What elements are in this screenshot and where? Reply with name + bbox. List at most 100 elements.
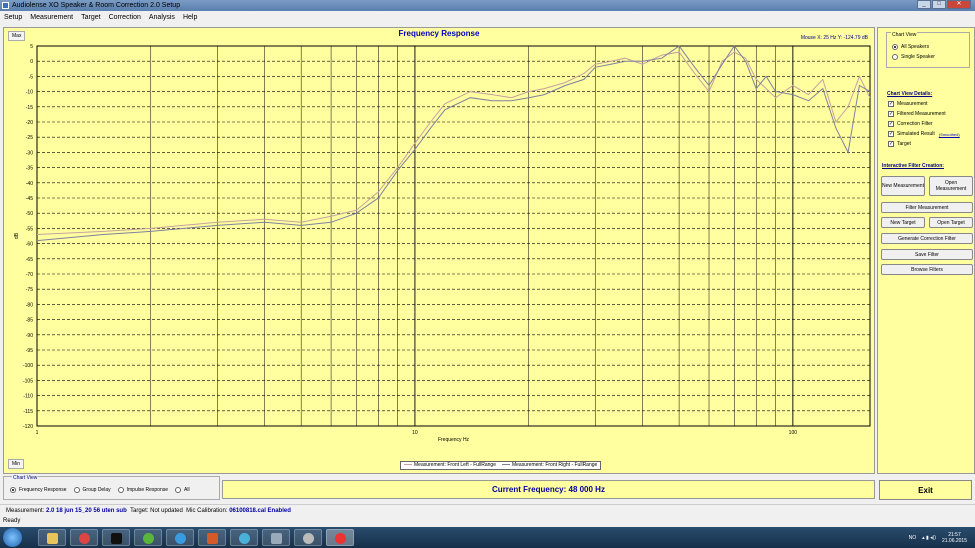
menu-measurement[interactable]: Measurement xyxy=(30,14,73,21)
open-measurement-button[interactable]: Open Measurement xyxy=(929,176,973,196)
save-filter-button[interactable]: Save Filter xyxy=(881,249,973,260)
filter-measurement-button[interactable]: Filter Measurement xyxy=(881,202,973,213)
bottom-chart-view-title: Chart View xyxy=(12,475,39,481)
window-controls: _ □ ✕ xyxy=(917,0,971,10)
check-target[interactable]: ✓ Target xyxy=(888,141,911,147)
check-filtered-measurement[interactable]: ✓ Filtered Measurement xyxy=(888,111,946,117)
y-tick-label: -85 xyxy=(26,318,33,324)
y-tick-label: -90 xyxy=(26,333,33,339)
plot-frame xyxy=(36,45,871,427)
y-tick-label: -50 xyxy=(26,211,33,217)
y-tick-label: 5 xyxy=(30,44,33,50)
radio-group-delay[interactable]: Group Delay xyxy=(73,487,111,493)
taskbar-ie-icon[interactable] xyxy=(166,529,194,546)
right-panel: Chart View All Speakers Single Speaker C… xyxy=(877,27,975,474)
chart-panel: 5 0 -5 -10 -15 -20 -25 -30 -35 -40 -45 -50 -55 -60 -65… xyxy=(3,27,875,474)
y-tick-label: -60 xyxy=(26,242,33,248)
system-tray: NO ▴ ▮ ◂)) 21:57 21.06.2015 xyxy=(909,527,975,548)
new-target-button[interactable]: New Target xyxy=(881,217,925,228)
y-tick-label: -70 xyxy=(26,272,33,278)
smoothed-link[interactable]: (Smoothed) xyxy=(939,132,960,137)
menu-bar: Setup Measurement Target Correction Anal… xyxy=(0,11,975,23)
y-tick-label: 0 xyxy=(30,59,33,65)
chart-title: Frequency Response xyxy=(398,29,480,38)
taskbar-explorer-icon[interactable] xyxy=(38,529,66,546)
y-tick-label: -40 xyxy=(26,181,33,187)
taskbar-disc-icon[interactable] xyxy=(294,529,322,546)
radio-all-speakers[interactable]: All Speakers xyxy=(892,44,929,50)
maximize-button[interactable]: □ xyxy=(932,0,946,9)
y-tick-label: -65 xyxy=(26,257,33,263)
menu-help[interactable]: Help xyxy=(183,14,197,21)
exit-button[interactable]: Exit xyxy=(879,480,972,500)
menu-analysis[interactable]: Analysis xyxy=(149,14,175,21)
y-tick-label: -10 xyxy=(26,90,33,96)
radio-frequency-response[interactable]: Frequency Response xyxy=(10,487,67,493)
language-indicator[interactable]: NO xyxy=(909,535,917,541)
max-button[interactable]: Max xyxy=(8,31,26,41)
generate-correction-filter-button[interactable]: Generate Correction Filter xyxy=(881,233,973,244)
close-button[interactable]: ✕ xyxy=(947,0,971,9)
clock[interactable]: 21:57 21.06.2015 xyxy=(942,532,967,544)
taskbar-torrent-icon[interactable] xyxy=(134,529,162,546)
taskbar-app-icon[interactable] xyxy=(102,529,130,546)
window-title: Audiolense XO Speaker & Room Correction … xyxy=(12,2,181,9)
window-titlebar: Audiolense XO Speaker & Room Correction … xyxy=(0,0,975,11)
chart-view-group: Chart View All Speakers Single Speaker xyxy=(886,32,970,68)
y-tick-label: -30 xyxy=(26,150,33,156)
windows-taskbar: NO ▴ ▮ ◂)) 21:57 21.06.2015 xyxy=(0,527,975,548)
taskbar-chrome-icon[interactable] xyxy=(70,529,98,546)
target-value: Not updated xyxy=(150,508,183,514)
radio-all[interactable]: All xyxy=(175,487,190,493)
browse-filters-button[interactable]: Browse Filters xyxy=(881,264,973,275)
tray-icons[interactable]: ▴ ▮ ◂)) xyxy=(922,535,936,541)
y-tick-label: -75 xyxy=(26,287,33,293)
y-tick-label: -55 xyxy=(26,226,33,232)
x-tick-label: 10 xyxy=(412,430,418,436)
mic-value: 06100818.cal Enabled xyxy=(229,508,291,514)
chart-view-details-title: Chart View Details: xyxy=(887,91,933,97)
min-button[interactable]: Min xyxy=(8,459,25,469)
check-simulated-result[interactable]: ✓ Simulated Result (Smoothed) xyxy=(888,131,960,137)
taskbar-audiolense-icon[interactable] xyxy=(326,529,354,546)
frequency-response-chart[interactable]: 5 0 -5 -10 -15 -20 -25 -30 -35 -40 -45 -50 -55 -60 -65… xyxy=(4,28,876,475)
menu-target[interactable]: Target xyxy=(81,14,100,21)
y-tick-label: -5 xyxy=(29,74,34,80)
taskbar-search-icon[interactable] xyxy=(230,529,258,546)
target-label: Target: xyxy=(130,508,149,514)
mic-label: Mic Calibration: xyxy=(186,508,228,514)
status-bar: Ready xyxy=(0,516,975,526)
mouse-readout: Mouse X: 25 Hz Y: -124.79 dB xyxy=(800,35,868,41)
minimize-button[interactable]: _ xyxy=(917,0,931,9)
y-tick-label: -45 xyxy=(26,196,33,202)
taskbar-window-icon[interactable] xyxy=(262,529,290,546)
chart-view-group-title: Chart View xyxy=(891,32,918,38)
taskbar-tools-icon[interactable] xyxy=(198,529,226,546)
new-measurement-button[interactable]: New Measurement xyxy=(881,176,925,196)
x-tick-label: 100 xyxy=(789,430,798,436)
app-icon xyxy=(2,2,9,9)
y-tick-label: -100 xyxy=(23,363,33,369)
start-button[interactable] xyxy=(3,528,22,547)
x-tick-label: 1 xyxy=(36,430,39,436)
radio-impulse-response[interactable]: Impulse Response xyxy=(117,487,168,493)
series-line-0 xyxy=(36,51,871,235)
menu-correction[interactable]: Correction xyxy=(109,14,141,21)
y-tick-label: -15 xyxy=(26,105,33,111)
measurement-value: 2.0 18 jun 15_20 56 uten sub xyxy=(46,508,127,514)
open-target-button[interactable]: Open Target xyxy=(929,217,973,228)
x-axis-label: Frequency Hz xyxy=(438,437,470,443)
measurement-label: Measurement: xyxy=(6,508,45,514)
current-frequency-display: Current Frequency: 48 000 Hz xyxy=(222,480,875,499)
legend-item-right: Measurement: Front Right - FullRange xyxy=(501,462,597,469)
y-tick-label: -120 xyxy=(23,424,33,430)
menu-setup[interactable]: Setup xyxy=(4,14,22,21)
series-line-1 xyxy=(36,45,871,242)
y-tick-label: -105 xyxy=(23,378,33,384)
radio-single-speaker[interactable]: Single Speaker xyxy=(892,54,935,60)
y-axis-label: dB xyxy=(14,232,20,239)
y-tick-label: -80 xyxy=(26,302,33,308)
y-tick-label: -110 xyxy=(23,394,33,400)
check-correction-filter[interactable]: ✓ Correction Filter xyxy=(888,121,933,127)
check-measurement[interactable]: ✓ Measurement xyxy=(888,101,928,107)
